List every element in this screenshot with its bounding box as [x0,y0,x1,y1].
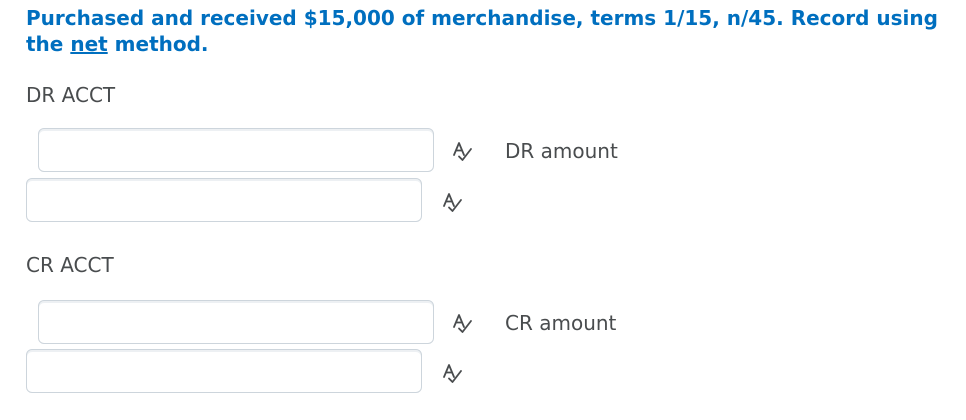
dr-account-input[interactable] [38,128,434,172]
cr-amount-input[interactable] [26,349,422,393]
dr-amount-label: DR amount [505,139,618,163]
cr-account-input[interactable] [38,300,434,344]
spellcheck-icon[interactable] [451,140,473,162]
dr-amount-input[interactable] [26,178,422,222]
net-method-link[interactable]: net [70,32,107,56]
cr-amount-label: CR amount [505,311,617,335]
dr-acct-label: DR ACCT [26,83,116,107]
question-text-end: method. [107,32,209,56]
spellcheck-icon[interactable] [441,191,463,213]
question-text: Purchased and received $15,000 of mercha… [26,5,956,57]
cr-acct-label: CR ACCT [26,253,114,277]
spellcheck-icon[interactable] [441,362,463,384]
spellcheck-icon[interactable] [451,312,473,334]
